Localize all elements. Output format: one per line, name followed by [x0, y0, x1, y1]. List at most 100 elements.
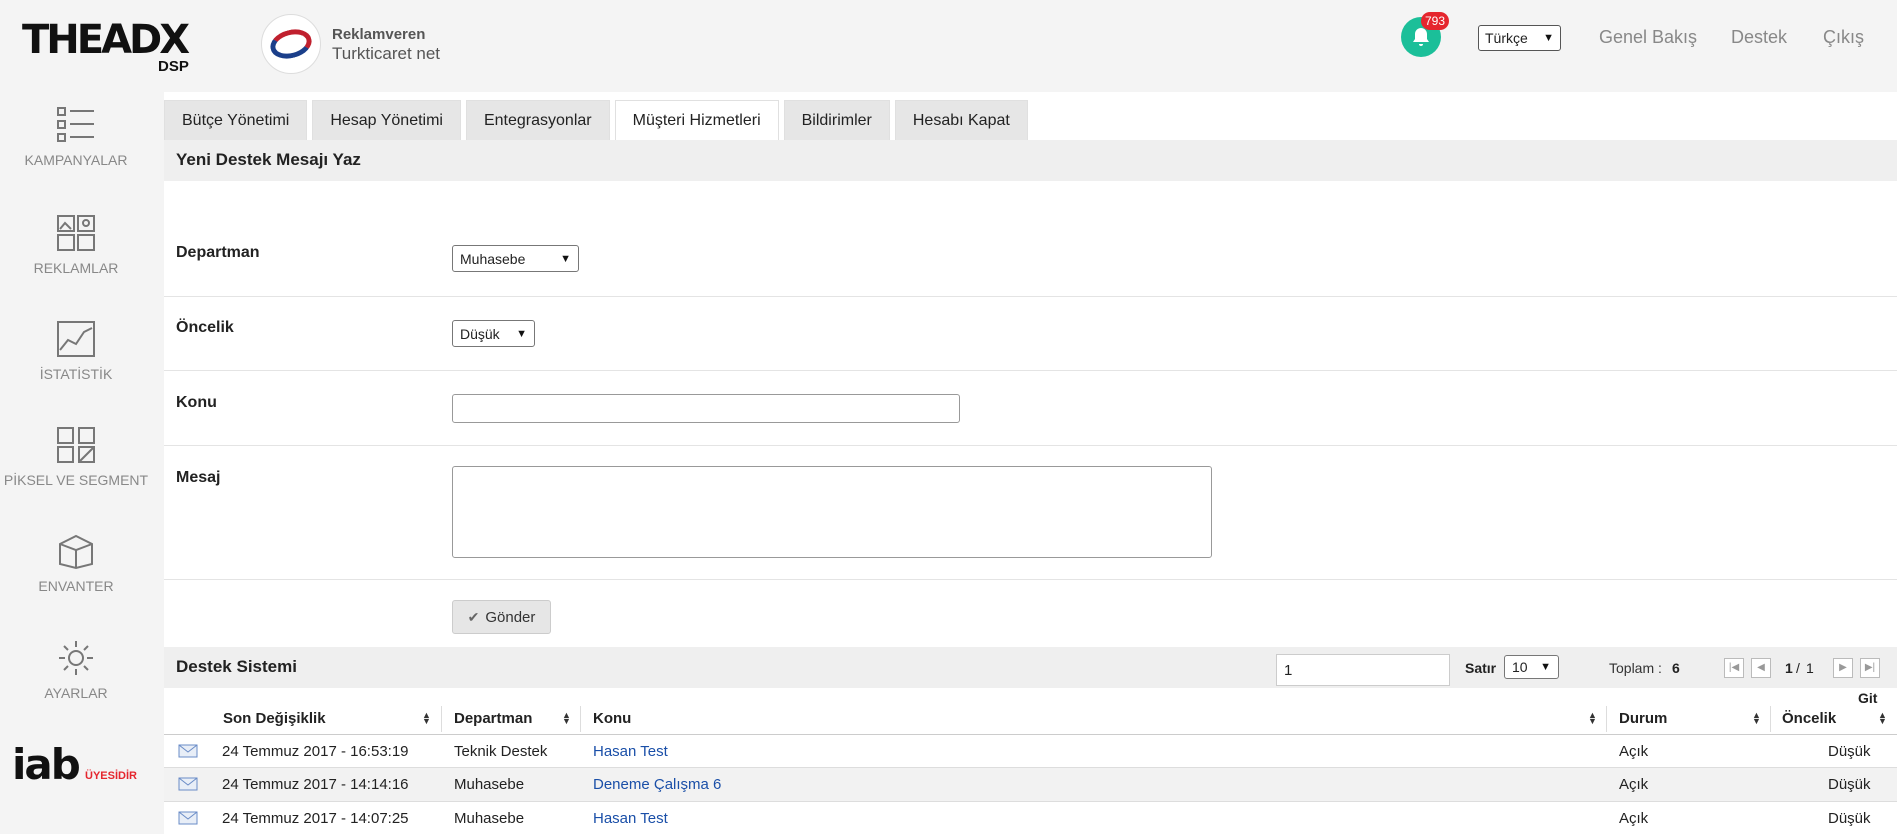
column-divider — [1606, 706, 1607, 732]
row-department: Teknik Destek — [454, 743, 548, 760]
form-divider — [164, 579, 1897, 580]
tab-customer-service[interactable]: Müşteri Hizmetleri — [614, 100, 779, 140]
sort-icon[interactable]: ▲ ▼ — [1752, 711, 1761, 726]
column-divider — [580, 706, 581, 732]
sidebar-item-pixel-segment[interactable]: PİKSEL VE SEGMENT — [0, 426, 152, 488]
page-current: 1 — [1785, 660, 1793, 676]
rows-select[interactable]: 10 ▼ — [1504, 655, 1559, 679]
row-department: Muhasebe — [454, 776, 525, 793]
subject-label: Konu — [176, 394, 217, 411]
table-row[interactable]: 24 Temmuz 2017 - 14:14:16 Muhasebe Denem… — [164, 768, 1897, 802]
advertiser-name: Turkticaret net — [332, 44, 441, 63]
grid-icon — [57, 427, 95, 463]
logo-wordmark: THEADX — [22, 17, 190, 63]
row-status: Açık — [1619, 810, 1649, 827]
priority-label: Öncelik — [176, 319, 234, 336]
check-icon: ✔ — [467, 608, 480, 625]
iab-logo: iab — [12, 740, 81, 789]
column-divider — [441, 706, 442, 732]
table-row[interactable]: 24 Temmuz 2017 - 16:53:19 Teknik Destek … — [164, 734, 1897, 768]
tab-close-account[interactable]: Hesabı Kapat — [894, 100, 1028, 140]
sidebar-item-campaigns[interactable]: KAMPANYALAR — [0, 106, 152, 168]
sort-icon[interactable]: ▲ ▼ — [1878, 711, 1887, 726]
form-divider — [164, 296, 1897, 297]
chevron-down-icon: ▼ — [560, 252, 571, 265]
page-total: 1 — [1806, 660, 1814, 676]
col-priority[interactable]: Öncelik — [1782, 710, 1836, 727]
table-row[interactable]: 24 Temmuz 2017 - 14:07:25 Muhasebe Hasan… — [164, 802, 1897, 834]
priority-value: Düşük — [460, 325, 500, 342]
rows-label: Satır — [1465, 660, 1497, 676]
tab-integrations[interactable]: Entegrasyonlar — [465, 100, 610, 140]
row-status: Açık — [1619, 743, 1649, 760]
sidebar-item-settings[interactable]: AYARLAR — [0, 639, 152, 701]
col-subject[interactable]: Konu — [593, 710, 631, 727]
sidebar-item-label: AYARLAR — [44, 685, 108, 701]
sort-icon[interactable]: ▲ ▼ — [422, 711, 431, 726]
envelope-icon[interactable] — [178, 808, 198, 830]
sidebar-item-statistics[interactable]: İSTATİSTİK — [0, 320, 152, 382]
nav-overview[interactable]: Genel Bakış — [1599, 27, 1697, 48]
sidebar-item-label: ENVANTER — [38, 578, 114, 594]
col-last-modified[interactable]: Son Değişiklik — [223, 710, 326, 727]
sidebar-item-label: REKLAMLAR — [33, 260, 119, 276]
sort-icon[interactable]: ▲ ▼ — [1588, 711, 1597, 726]
language-select[interactable]: Türkçe ▼ — [1478, 25, 1561, 51]
top-header: THEADX DSP Reklamveren Turkticaret net 7… — [0, 0, 1897, 92]
sidebar-item-ads[interactable]: REKLAMLAR — [0, 214, 152, 276]
prev-page-icon[interactable]: ◀ — [1751, 658, 1771, 678]
department-select[interactable]: Muhasebe ▼ — [452, 245, 579, 272]
row-subject-link[interactable]: Deneme Çalışma 6 — [593, 776, 721, 793]
sidebar-item-label: KAMPANYALAR — [24, 152, 128, 168]
rows-value: 10 — [1512, 659, 1528, 675]
row-priority: Düşük — [1828, 776, 1871, 793]
sidebar-item-inventory[interactable]: ENVANTER — [0, 532, 152, 594]
tab-bar: Bütçe Yönetimi Hesap Yönetimi Entegrasyo… — [164, 100, 1028, 140]
tab-budget[interactable]: Bütçe Yönetimi — [164, 100, 308, 140]
row-date: 24 Temmuz 2017 - 14:14:16 — [222, 776, 409, 793]
department-value: Muhasebe — [460, 250, 526, 267]
advertiser-label: Reklamveren — [332, 26, 426, 43]
nav-logout[interactable]: Çıkış — [1823, 27, 1864, 48]
col-department[interactable]: Departman — [454, 710, 532, 727]
form-divider — [164, 445, 1897, 446]
tab-account[interactable]: Hesap Yönetimi — [312, 100, 461, 140]
row-subject-link[interactable]: Hasan Test — [593, 810, 668, 827]
language-value: Türkçe — [1485, 30, 1528, 46]
row-date: 24 Temmuz 2017 - 16:53:19 — [222, 743, 409, 760]
send-label: Gönder — [485, 608, 536, 626]
row-subject-link[interactable]: Hasan Test — [593, 743, 668, 760]
go-label[interactable]: Git — [1858, 690, 1877, 706]
envelope-icon[interactable] — [178, 741, 198, 763]
chevron-down-icon: ▼ — [516, 327, 527, 340]
nav-support[interactable]: Destek — [1731, 27, 1787, 48]
col-status[interactable]: Durum — [1619, 710, 1667, 727]
chevron-down-icon: ▼ — [1543, 32, 1554, 44]
tab-notifications[interactable]: Bildirimler — [783, 100, 890, 140]
page-separator: / — [1796, 660, 1800, 676]
column-divider — [1770, 706, 1771, 732]
sidebar: KAMPANYALAR REKLAMLAR İSTATİSTİK PİKSEL … — [0, 92, 152, 834]
message-label: Mesaj — [176, 469, 221, 486]
page-input[interactable]: 1 — [1276, 654, 1450, 686]
send-button[interactable]: ✔ Gönder — [452, 600, 551, 634]
first-page-icon[interactable]: |◀ — [1724, 658, 1744, 678]
last-page-icon[interactable]: ▶| — [1860, 658, 1880, 678]
images-icon — [57, 215, 95, 251]
subject-input[interactable] — [452, 394, 960, 423]
department-label: Departman — [176, 244, 260, 261]
sidebar-item-label: PİKSEL VE SEGMENT — [3, 472, 149, 488]
envelope-icon[interactable] — [178, 774, 198, 796]
theadx-logo[interactable]: THEADX DSP — [22, 18, 202, 78]
chart-icon — [57, 321, 95, 357]
next-page-icon[interactable]: ▶ — [1833, 658, 1853, 678]
row-status: Açık — [1619, 776, 1649, 793]
chevron-down-icon: ▼ — [1540, 661, 1551, 673]
gear-icon — [59, 641, 93, 675]
sort-icon[interactable]: ▲ ▼ — [562, 711, 571, 726]
new-message-title: Yeni Destek Mesajı Yaz — [164, 140, 1897, 181]
box-icon — [59, 534, 93, 570]
priority-select[interactable]: Düşük ▼ — [452, 320, 535, 347]
message-textarea[interactable] — [452, 466, 1212, 558]
total-label: Toplam : — [1609, 660, 1662, 676]
